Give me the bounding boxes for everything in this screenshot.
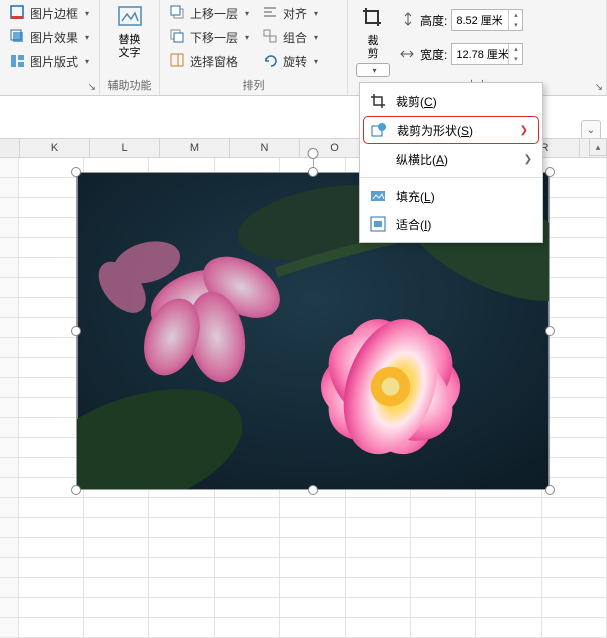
rotate-button[interactable]: 旋转 ▾	[259, 50, 322, 72]
height-value: 8.52 厘米	[456, 12, 502, 28]
width-input[interactable]: 12.78 厘米 ▴▾	[451, 43, 523, 65]
crop-dropdown-menu: 裁剪(C) 裁剪为形状(S) ❯ 纵横比(A) ❯ 填充(L) 适合(I)	[359, 82, 543, 243]
picture-effects-icon	[10, 29, 26, 45]
chevron-down-icon: ▾	[314, 9, 318, 18]
submenu-arrow-icon: ❯	[524, 154, 532, 165]
picture-layout-label: 图片版式	[30, 53, 78, 70]
dialog-launcher-icon[interactable]: ↘	[595, 82, 603, 93]
width-value: 12.78 厘米	[456, 46, 509, 62]
ribbon-group-picture: 图片边框 ▾ 图片效果 ▾ 图片版式 ▾	[0, 0, 100, 95]
fill-icon	[370, 188, 386, 204]
menu-fit[interactable]: 适合(I)	[360, 210, 542, 238]
resize-handle-sw[interactable]	[71, 485, 81, 495]
resize-handle-s[interactable]	[308, 485, 318, 495]
chevron-down-icon: ▾	[85, 33, 89, 42]
menu-separator	[360, 177, 542, 178]
align-button[interactable]: 对齐 ▾	[259, 2, 322, 24]
group-label-arrange: 排列	[160, 76, 347, 94]
resize-handle-se[interactable]	[545, 485, 555, 495]
menu-aspect-ratio[interactable]: 纵横比(A) ❯	[360, 145, 542, 173]
picture-layout-button[interactable]: 图片版式 ▾	[6, 50, 93, 72]
group-button[interactable]: 组合 ▾	[259, 26, 322, 48]
scroll-up-button[interactable]: ▴	[589, 138, 607, 156]
selection-pane-icon	[170, 53, 186, 69]
chevron-down-icon: ▾	[85, 57, 89, 66]
resize-handle-w[interactable]	[71, 326, 81, 336]
menu-crop[interactable]: 裁剪(C)	[360, 87, 542, 115]
selection-pane-button[interactable]: 选择窗格	[166, 50, 253, 72]
resize-handle-ne[interactable]	[545, 167, 555, 177]
width-icon	[400, 46, 416, 62]
chevron-down-icon: ▾	[245, 33, 249, 42]
submenu-arrow-icon: ❯	[520, 125, 528, 136]
picture-border-button[interactable]: 图片边框 ▾	[6, 2, 93, 24]
group-label-accessibility: 辅助功能	[100, 76, 159, 94]
ribbon-group-arrange: 上移一层 ▾ 下移一层 ▾ 选择窗格 对齐 ▾	[160, 0, 348, 95]
height-input[interactable]: 8.52 厘米 ▴▾	[451, 9, 523, 31]
collapse-ribbon-button[interactable]: ⌄	[581, 120, 601, 140]
alt-text-label-2: 文字	[119, 47, 141, 59]
column-header[interactable]: N	[230, 139, 300, 157]
chevron-down-icon: ▾	[85, 9, 89, 18]
send-backward-icon	[170, 29, 186, 45]
rotate-icon	[263, 53, 279, 69]
column-header[interactable]: L	[90, 139, 160, 157]
select-all-corner[interactable]	[0, 139, 20, 157]
group-icon	[263, 29, 279, 45]
fit-icon	[370, 216, 386, 232]
column-header[interactable]: M	[160, 139, 230, 157]
selection-pane-label: 选择窗格	[190, 53, 238, 70]
crop-icon	[370, 93, 386, 109]
picture-border-label: 图片边框	[30, 5, 78, 22]
blank-icon	[370, 151, 386, 167]
align-icon	[263, 5, 279, 21]
resize-handle-n[interactable]	[308, 167, 318, 177]
chevron-down-icon: ▾	[245, 9, 249, 18]
picture-effects-button[interactable]: 图片效果 ▾	[6, 26, 93, 48]
align-label: 对齐	[283, 5, 307, 22]
alt-text-button[interactable]: 替换文字	[106, 2, 153, 62]
bring-forward-label: 上移一层	[190, 5, 238, 22]
chevron-down-icon: ▾	[372, 66, 376, 75]
crop-icon	[361, 6, 385, 33]
crop-dropdown-toggle[interactable]: ▾	[356, 63, 390, 77]
width-label: 宽度:	[420, 46, 447, 63]
alt-text-label-1: 替换	[119, 34, 141, 46]
spin-down[interactable]: ▾	[509, 54, 522, 64]
rotate-label: 旋转	[283, 53, 307, 70]
spin-down[interactable]: ▾	[509, 20, 522, 30]
bring-forward-icon	[170, 5, 186, 21]
picture-border-icon	[10, 5, 26, 21]
spin-up[interactable]: ▴	[509, 10, 522, 20]
menu-crop-to-shape[interactable]: 裁剪为形状(S) ❯	[363, 116, 539, 144]
group-label: 组合	[283, 29, 307, 46]
column-header[interactable]: K	[20, 139, 90, 157]
spin-up[interactable]: ▴	[509, 44, 522, 54]
picture-effects-label: 图片效果	[30, 29, 78, 46]
resize-handle-nw[interactable]	[71, 167, 81, 177]
picture-layout-icon	[10, 53, 26, 69]
rotation-handle[interactable]	[308, 148, 319, 159]
dialog-launcher-icon[interactable]: ↘	[88, 82, 96, 93]
send-backward-button[interactable]: 下移一层 ▾	[166, 26, 253, 48]
chevron-down-icon: ▾	[314, 33, 318, 42]
menu-fill[interactable]: 填充(L)	[360, 182, 542, 210]
crop-button[interactable]: 裁剪 ▾	[354, 2, 392, 81]
ribbon-group-size: 裁剪 ▾ 高度: 8.52 厘米 ▴▾ 宽度: 12.78 厘米	[348, 0, 607, 95]
bring-forward-button[interactable]: 上移一层 ▾	[166, 2, 253, 24]
height-label: 高度:	[420, 12, 447, 29]
ribbon-group-accessibility: 替换文字 辅助功能	[100, 0, 160, 95]
alt-text-icon	[116, 4, 144, 32]
resize-handle-e[interactable]	[545, 326, 555, 336]
crop-to-shape-icon	[371, 122, 387, 138]
height-icon	[400, 12, 416, 28]
send-backward-label: 下移一层	[190, 29, 238, 46]
chevron-down-icon: ▾	[314, 57, 318, 66]
